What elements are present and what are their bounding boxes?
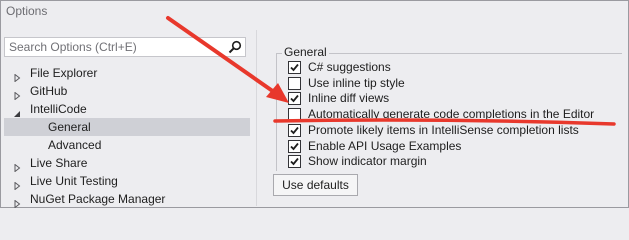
pane-splitter[interactable] [256,30,257,206]
tree-item-label: Advanced [48,138,102,152]
chevron-right-icon[interactable] [13,87,21,101]
tree-item-live-share[interactable]: Live Share [4,154,250,173]
tree-item-label: Live Share [30,156,88,170]
checkbox-unchecked[interactable] [288,108,301,121]
search-input[interactable] [5,38,229,56]
checkmark-icon [290,157,299,166]
tree-item-file-explorer[interactable]: File Explorer [4,64,250,83]
tree-item-general[interactable]: General [4,118,250,136]
checkbox-checked[interactable] [288,124,301,137]
checkbox-checked[interactable] [288,92,301,105]
tree-item-label: IntelliCode [30,102,87,116]
option-label: Show indicator margin [308,154,427,168]
options-tree: File Explorer GitHub IntelliCode General… [4,62,250,208]
tree-item-advanced[interactable]: Advanced [4,136,250,154]
option-label: Use inline tip style [308,76,405,90]
tree-item-label: NuGet Package Manager [30,192,166,206]
tree-item-github[interactable]: GitHub [4,82,250,101]
tree-item-label: Live Unit Testing [30,174,118,188]
option-label: C# suggestions [308,60,391,74]
checkbox-unchecked[interactable] [288,77,301,90]
chevron-expanded-icon[interactable] [13,105,21,117]
checkmark-icon [290,126,299,135]
use-defaults-button[interactable]: Use defaults [273,174,358,196]
search-icon[interactable] [228,40,242,54]
chevron-right-icon[interactable] [13,159,21,173]
group-title: General [282,45,329,59]
option-label: Enable API Usage Examples [308,139,462,153]
chevron-right-icon[interactable] [13,69,21,83]
checkbox-checked[interactable] [288,140,301,153]
checkmark-icon [290,63,299,72]
tree-item-live-unit-testing[interactable]: Live Unit Testing [4,172,250,191]
tree-item-label: GitHub [30,84,68,98]
checkmark-icon [290,94,299,103]
option-label: Automatically generate code completions … [308,107,595,121]
checkmark-icon [290,142,299,151]
chevron-right-icon[interactable] [13,195,21,208]
tree-item-nuget-package-manager[interactable]: NuGet Package Manager [4,190,250,208]
search-box[interactable] [4,37,246,57]
checkbox-checked[interactable] [288,155,301,168]
option-label: Promote likely items in IntelliSense com… [308,123,579,137]
tree-item-intellicode[interactable]: IntelliCode [4,100,250,118]
tree-item-label: File Explorer [30,66,98,80]
tree-item-label: General [48,120,91,134]
window-title: Options [6,4,48,18]
checkbox-checked[interactable] [288,61,301,74]
chevron-right-icon[interactable] [13,177,21,191]
option-label: Inline diff views [308,91,390,105]
